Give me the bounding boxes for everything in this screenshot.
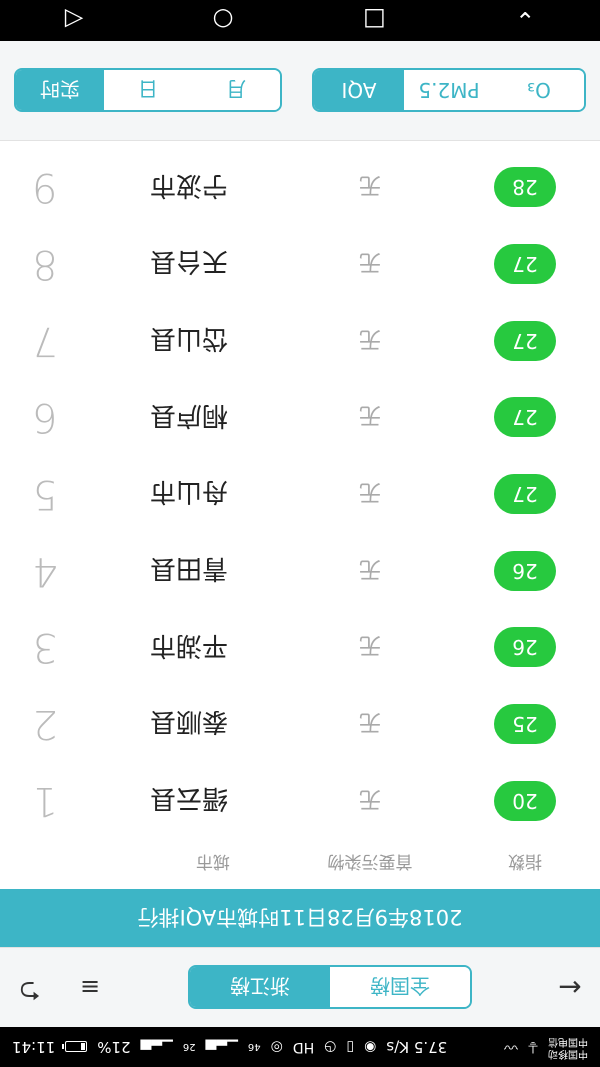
alarm-icon: ◷ <box>324 1039 337 1055</box>
city-cell: 宁波市 <box>149 169 228 200</box>
usb-icon: ⏚ <box>526 1038 540 1054</box>
signal-icon-2: ▁▃▅ <box>140 1039 173 1055</box>
rank-cell: 1 <box>32 777 58 824</box>
rank-cell: 2 <box>32 700 58 747</box>
pollutant-cell: 无 <box>359 785 382 811</box>
column-headers: 指数 首要污染物 城市 <box>0 839 600 889</box>
back-icon[interactable]: ◁ <box>65 7 83 35</box>
tab-day[interactable]: 日 <box>104 70 192 111</box>
header-city: 城市 <box>196 851 230 872</box>
city-cell: 岱山县 <box>149 323 228 354</box>
header-index: 指数 <box>508 851 542 872</box>
aqi-badge: 27 <box>494 320 556 361</box>
nav-bar: ⌄ □ ○ ◁ <box>0 0 600 41</box>
filter-bar: O₃ PM2.5 AQI 月 日 实时 <box>0 41 600 141</box>
ranking-title: 2018年9月28日11时城市AQI排行 <box>0 889 600 947</box>
aqi-badge: 25 <box>494 703 556 744</box>
table-row[interactable]: 26 无 平湖市 3 <box>0 609 600 686</box>
activity-icon: 〰 <box>504 1038 518 1054</box>
ranking-scope-toggle: 全国榜 浙江榜 <box>188 965 472 1010</box>
table-row[interactable]: 27 无 舟山市 5 <box>0 456 600 533</box>
table-row[interactable]: 27 无 天台县 8 <box>0 226 600 303</box>
rank-cell: 3 <box>32 624 58 671</box>
battery-icon <box>65 1041 88 1053</box>
table-row[interactable]: 27 无 桐庐县 6 <box>0 379 600 456</box>
tab-zhejiang[interactable]: 浙江榜 <box>190 967 330 1008</box>
net-speed: 37.5 K/s <box>386 1038 448 1056</box>
rank-cell: 6 <box>32 394 58 441</box>
eye-icon: ◎ <box>270 1039 283 1055</box>
tab-pm25[interactable]: PM2.5 <box>404 70 494 111</box>
wifi-icon: ◉ <box>364 1039 377 1055</box>
aqi-badge: 28 <box>494 167 556 208</box>
time-toggle: 月 日 实时 <box>14 68 282 113</box>
hd-icon: HD <box>292 1039 315 1055</box>
home-icon[interactable]: ○ <box>213 7 234 35</box>
vibrate-icon: ▯ <box>346 1039 355 1055</box>
signal-label-1: 46 <box>247 1041 261 1053</box>
aqi-badge: 20 <box>494 780 556 821</box>
tab-o3[interactable]: O₃ <box>494 70 584 111</box>
city-cell: 天台县 <box>149 246 228 277</box>
carrier-labels: 中国移动 中国电信 <box>548 1035 588 1059</box>
screen: 中国移动 中国电信 ⏚ 〰 37.5 K/s ◉ ▯ ◷ HD ◎ 46 ▁▃▅… <box>0 0 600 1067</box>
aqi-badge: 26 <box>494 550 556 591</box>
rank-cell: 8 <box>32 240 58 287</box>
pollutant-cell: 无 <box>359 325 382 351</box>
city-cell: 平湖市 <box>149 629 228 660</box>
signal-icon-1: ▁▃▅ <box>205 1039 238 1055</box>
metric-toggle: O₃ PM2.5 AQI <box>312 68 586 113</box>
collapse-icon[interactable]: ⌄ <box>515 7 535 35</box>
clock: 11:41 <box>12 1038 56 1056</box>
city-cell: 舟山市 <box>149 476 228 507</box>
pollutant-cell: 无 <box>359 478 382 504</box>
table-row[interactable]: 25 无 泰顺县 2 <box>0 686 600 763</box>
pollutant-cell: 无 <box>359 708 382 734</box>
tab-national[interactable]: 全国榜 <box>330 967 470 1008</box>
pollutant-cell: 无 <box>359 248 382 274</box>
city-cell: 泰顺县 <box>149 706 228 737</box>
bottom-toolbar: ← 全国榜 浙江榜 ≡ ⮌ <box>0 947 600 1027</box>
aqi-badge: 27 <box>494 397 556 438</box>
pollutant-cell: 无 <box>359 172 382 198</box>
tab-realtime[interactable]: 实时 <box>16 70 104 111</box>
share-icon[interactable]: ⮌ <box>0 948 60 1028</box>
recents-icon[interactable]: □ <box>363 7 386 35</box>
pollutant-cell: 无 <box>359 632 382 658</box>
header-pollutant: 首要污染物 <box>327 851 413 872</box>
back-arrow-icon[interactable]: ← <box>540 948 600 1028</box>
aqi-badge: 27 <box>494 243 556 284</box>
status-bar: 中国移动 中国电信 ⏚ 〰 37.5 K/s ◉ ▯ ◷ HD ◎ 46 ▁▃▅… <box>0 1027 600 1067</box>
rank-cell: 5 <box>32 470 58 517</box>
table-row[interactable]: 26 无 青田县 4 <box>0 532 600 609</box>
rank-cell: 4 <box>32 547 58 594</box>
rank-cell: 7 <box>32 317 58 364</box>
table-row[interactable]: 28 无 宁波市 9 <box>0 149 600 226</box>
carrier-2: 中国电信 <box>548 1036 588 1047</box>
aqi-badge: 27 <box>494 473 556 514</box>
battery-percent: 21% <box>97 1038 131 1056</box>
rank-cell: 9 <box>32 164 58 211</box>
carrier-1: 中国移动 <box>548 1048 588 1059</box>
tab-month[interactable]: 月 <box>192 70 280 111</box>
table-row[interactable]: 20 无 缙云县 1 <box>0 762 600 839</box>
pollutant-cell: 无 <box>359 555 382 581</box>
city-cell: 青田县 <box>149 553 228 584</box>
aqi-badge: 26 <box>494 627 556 668</box>
sort-icon[interactable]: ≡ <box>60 948 120 1028</box>
tab-aqi[interactable]: AQI <box>314 70 404 111</box>
city-cell: 桐庐县 <box>149 399 228 430</box>
signal-label-2: 26 <box>182 1041 196 1053</box>
city-cell: 缙云县 <box>149 783 228 814</box>
table-row[interactable]: 27 无 岱山县 7 <box>0 302 600 379</box>
pollutant-cell: 无 <box>359 402 382 428</box>
ranking-list: 20 无 缙云县 1 25 无 泰顺县 2 26 无 平湖市 3 26 无 青田… <box>0 149 600 839</box>
